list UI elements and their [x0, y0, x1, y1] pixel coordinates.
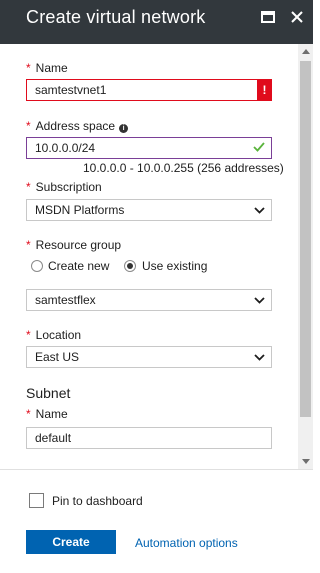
chevron-down-icon	[254, 207, 265, 214]
required-asterisk: *	[26, 61, 31, 75]
required-asterisk: *	[26, 328, 31, 342]
subscription-label: * Subscription	[26, 180, 102, 194]
blade-header: Create virtual network	[0, 0, 313, 44]
use-existing-radio[interactable]	[124, 260, 136, 272]
close-icon[interactable]	[289, 9, 305, 25]
required-asterisk: *	[26, 407, 31, 421]
maximize-icon[interactable]	[260, 9, 276, 25]
scroll-down-arrow-icon[interactable]	[302, 459, 310, 464]
use-existing-label[interactable]: Use existing	[142, 259, 207, 273]
form-content: * Name samtestvnet1 ! * Address space i 10.…	[0, 44, 313, 464]
scrollbar[interactable]	[298, 44, 313, 469]
address-range-hint: 10.0.0.0 - 10.0.0.255 (256 addresses)	[83, 161, 284, 175]
name-label: * Name	[26, 61, 68, 75]
address-space-input[interactable]: 10.0.0.0/24	[26, 137, 272, 159]
scrollbar-thumb[interactable]	[300, 61, 311, 417]
location-dropdown[interactable]: East US	[26, 346, 272, 368]
checkmark-icon	[253, 142, 265, 152]
info-icon[interactable]: i	[119, 124, 129, 133]
name-input[interactable]: samtestvnet1 !	[26, 79, 272, 101]
create-new-radio[interactable]	[31, 260, 43, 272]
location-label: * Location	[26, 328, 82, 342]
subnet-heading: Subnet	[26, 385, 71, 401]
chevron-down-icon	[254, 297, 265, 304]
error-indicator-icon: !	[257, 79, 272, 101]
create-new-label[interactable]: Create new	[48, 259, 109, 273]
blade-title: Create virtual network	[26, 7, 206, 27]
address-space-label: * Address space i	[26, 119, 129, 133]
subnet-name-label: * Name	[26, 407, 68, 421]
scroll-up-arrow-icon[interactable]	[302, 49, 310, 54]
resource-group-dropdown[interactable]: samtestflex	[26, 289, 272, 311]
create-button[interactable]: Create	[26, 530, 116, 554]
required-asterisk: *	[26, 238, 31, 252]
blade-footer: Pin to dashboard Create Automation optio…	[0, 469, 313, 573]
resource-group-label: * Resource group	[26, 238, 122, 252]
subnet-name-input[interactable]: default	[26, 427, 272, 449]
subscription-dropdown[interactable]: MSDN Platforms	[26, 199, 272, 221]
required-asterisk: *	[26, 180, 31, 194]
automation-options-link[interactable]: Automation options	[135, 536, 238, 550]
pin-to-dashboard-checkbox[interactable]	[29, 493, 44, 508]
pin-to-dashboard-label[interactable]: Pin to dashboard	[52, 494, 143, 508]
required-asterisk: *	[26, 119, 31, 133]
chevron-down-icon	[254, 354, 265, 361]
